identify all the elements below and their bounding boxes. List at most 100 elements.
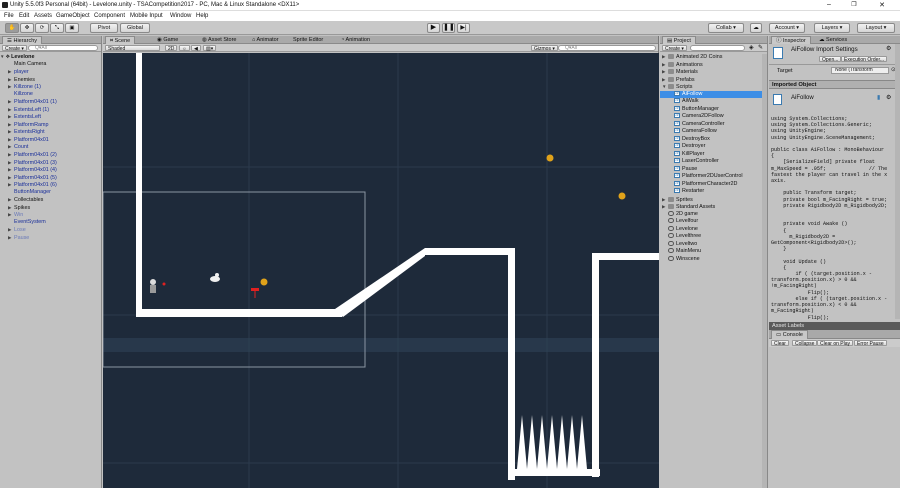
hierarchy-item-main-camera[interactable]: Main Camera <box>0 61 101 69</box>
pivot-toggle[interactable]: Pivot <box>90 23 118 33</box>
filter-by-label-icon[interactable]: ✎ <box>758 44 763 51</box>
tab-hierarchy[interactable]: ☰ Hierarchy <box>2 36 43 44</box>
maximize-button[interactable]: ❐ <box>843 1 865 8</box>
console-clear-button[interactable]: Clear <box>771 340 789 347</box>
menu-assets[interactable]: Assets <box>34 13 52 19</box>
hierarchy-item-platform04x01-5[interactable]: ▶ Platform04x01 (5) <box>0 174 101 182</box>
project-item-buttonmanager[interactable]: c# ButtonManager <box>660 106 767 114</box>
hierarchy-item-killzone[interactable]: Killzone <box>0 91 101 99</box>
hierarchy-item-player[interactable]: ▶ player <box>0 68 101 76</box>
project-item-animated-2d-coins[interactable]: ▶ Animated 2D Coins <box>660 53 767 61</box>
console-error-pause-button[interactable]: Error Pause <box>854 340 887 347</box>
project-item-killplayer[interactable]: c# KillPlayer <box>660 151 767 159</box>
settings-gear-icon[interactable]: ⚙ <box>886 45 891 52</box>
hierarchy-item-platform04x01-3[interactable]: ▶ Platform04x01 (3) <box>0 159 101 167</box>
hierarchy-create-button[interactable]: Create ▾ <box>2 45 27 52</box>
console-collapse-button[interactable]: Collapse <box>792 340 818 347</box>
menu-mobile-input[interactable]: Mobile Input <box>130 13 163 19</box>
hierarchy-item-platform04x01-6[interactable]: ▶ Platform04x01 (6) <box>0 181 101 189</box>
tab-console[interactable]: ▭ Console <box>771 330 808 339</box>
project-item-levelthree[interactable]: Levelthree <box>660 233 767 241</box>
menu-edit[interactable]: Edit <box>19 13 29 19</box>
cloud-button[interactable]: ☁ <box>750 23 762 33</box>
project-item-destroybox[interactable]: c# DestroyBox <box>660 136 767 144</box>
hierarchy-item-platformramp[interactable]: ▶ PlatformRamp <box>0 121 101 129</box>
hierarchy-item-killzone-1[interactable]: ▶ Killzone (1) <box>0 83 101 91</box>
project-item-camera2dfollow[interactable]: c# Camera2DFollow <box>660 113 767 121</box>
tab-sprite-editor[interactable]: Sprite Editor <box>289 36 327 44</box>
project-item-platformer2dusercontrol[interactable]: c# Platformer2DUserControl <box>660 173 767 181</box>
hierarchy-scene-row[interactable]: ▼ ⟡ Levelone <box>0 53 101 61</box>
hierarchy-item-collectables[interactable]: ▶ Collectables <box>0 196 101 204</box>
project-item-scripts[interactable]: ▼ Scripts <box>660 83 767 91</box>
hierarchy-item-eventsystem[interactable]: EventSystem <box>0 219 101 227</box>
scene-search-input[interactable]: Q▾All <box>558 45 656 51</box>
project-item-leveltwo[interactable]: Leveltwo <box>660 241 767 249</box>
pause-button[interactable]: ❚❚ <box>442 23 455 33</box>
hierarchy-item-enemies[interactable]: ▶ Enemies <box>0 76 101 84</box>
close-window-button[interactable]: ✕ <box>871 1 893 9</box>
hierarchy-item-count[interactable]: ▶ Count <box>0 143 101 151</box>
2d-toggle[interactable]: 2D <box>165 45 178 52</box>
project-create-button[interactable]: Create ▾ <box>662 45 687 52</box>
project-item-cameracontroller[interactable]: c# CameraController <box>660 121 767 129</box>
hierarchy-item-lose[interactable]: ▶ Lose <box>0 226 101 234</box>
project-search-input[interactable] <box>690 45 745 51</box>
project-item-mainmenu[interactable]: MainMenu <box>660 248 767 256</box>
project-item-destroyer[interactable]: c# Destroyer <box>660 143 767 151</box>
project-item-winscene[interactable]: Winscene <box>660 256 767 264</box>
project-item-restarter[interactable]: c# Restarter <box>660 188 767 196</box>
project-item-materials[interactable]: ▶ Materials <box>660 68 767 76</box>
tab-asset-store[interactable]: ◍ Asset Store <box>198 36 240 44</box>
tab-animation[interactable]: ◔ Animation <box>337 36 374 44</box>
project-item-2d-game[interactable]: 2D game <box>660 211 767 219</box>
project-item-camerafollow[interactable]: c# CameraFollow <box>660 128 767 136</box>
minimize-button[interactable]: – <box>818 1 840 8</box>
layout-dropdown[interactable]: Layout ▾ <box>857 23 895 33</box>
global-toggle[interactable]: Global <box>120 23 150 33</box>
tab-inspector[interactable]: ⓘ Inspector <box>771 36 811 44</box>
menu-window[interactable]: Window <box>170 13 191 19</box>
tab-project[interactable]: ▤ Project <box>662 36 696 44</box>
execution-order-button[interactable]: Execution Order... <box>841 56 888 63</box>
project-item-levelfour[interactable]: Levelfour <box>660 218 767 226</box>
gizmos-dropdown[interactable]: Gizmos ▾ <box>531 45 558 52</box>
hierarchy-item-pause[interactable]: ▶ Pause <box>0 234 101 242</box>
coin-3[interactable] <box>618 192 626 200</box>
step-button[interactable]: ▶| <box>457 23 470 33</box>
tab-scene[interactable]: ⌗ Scene <box>105 36 136 44</box>
coin-1[interactable] <box>260 278 268 286</box>
hierarchy-item-buttonmanager[interactable]: ButtonManager <box>0 189 101 197</box>
rotate-tool-button[interactable]: ⟳ <box>35 23 49 33</box>
help-book-icon[interactable]: ▮ <box>877 94 880 101</box>
scene-viewport[interactable] <box>103 53 659 488</box>
lighting-toggle[interactable]: ☼ <box>179 45 190 52</box>
project-item-standard-assets[interactable]: ▶ Standard Assets <box>660 203 767 211</box>
effects-dropdown[interactable]: ▨▾ <box>203 45 217 52</box>
hierarchy-item-platform04x01-4[interactable]: ▶ Platform04x01 (4) <box>0 166 101 174</box>
project-item-pause[interactable]: c# Pause <box>660 166 767 174</box>
project-item-sprites[interactable]: ▶ Sprites <box>660 196 767 204</box>
inspector-scrollbar[interactable] <box>895 44 900 319</box>
layers-dropdown[interactable]: Layers ▾ <box>814 23 850 33</box>
hierarchy-item-extentsright[interactable]: ▶ ExtentsRight <box>0 128 101 136</box>
collab-dropdown[interactable]: Collab ▾ <box>708 23 744 33</box>
project-scrollbar[interactable] <box>762 54 767 488</box>
scale-tool-button[interactable]: ⤡ <box>50 23 64 33</box>
hierarchy-item-extentsleft-1[interactable]: ▶ ExtentsLeft (1) <box>0 106 101 114</box>
project-item-platformercharacter2d[interactable]: c# PlatformerCharacter2D <box>660 181 767 189</box>
hierarchy-item-platform04x01-2[interactable]: ▶ Platform04x01 (2) <box>0 151 101 159</box>
project-item-aifollow[interactable]: c# AiFollow <box>660 90 767 98</box>
project-item-levelone[interactable]: Levelone <box>660 226 767 234</box>
hand-tool-button[interactable]: ✋ <box>5 23 19 33</box>
menu-help[interactable]: Help <box>196 13 208 19</box>
console-clear-on-play-button[interactable]: Clear on Play <box>817 340 854 347</box>
project-item-aiwalk[interactable]: c# AiWalk <box>660 98 767 106</box>
tab-game[interactable]: ◉ Game <box>153 36 182 44</box>
menu-component[interactable]: Component <box>94 13 125 19</box>
player-sprite[interactable] <box>150 279 156 293</box>
hierarchy-item-win[interactable]: ▶ Win <box>0 211 101 219</box>
audio-toggle[interactable]: ◀ <box>191 45 201 52</box>
tab-animator[interactable]: ⌂ Animator <box>248 36 283 44</box>
play-button[interactable]: ▶ <box>427 23 440 33</box>
